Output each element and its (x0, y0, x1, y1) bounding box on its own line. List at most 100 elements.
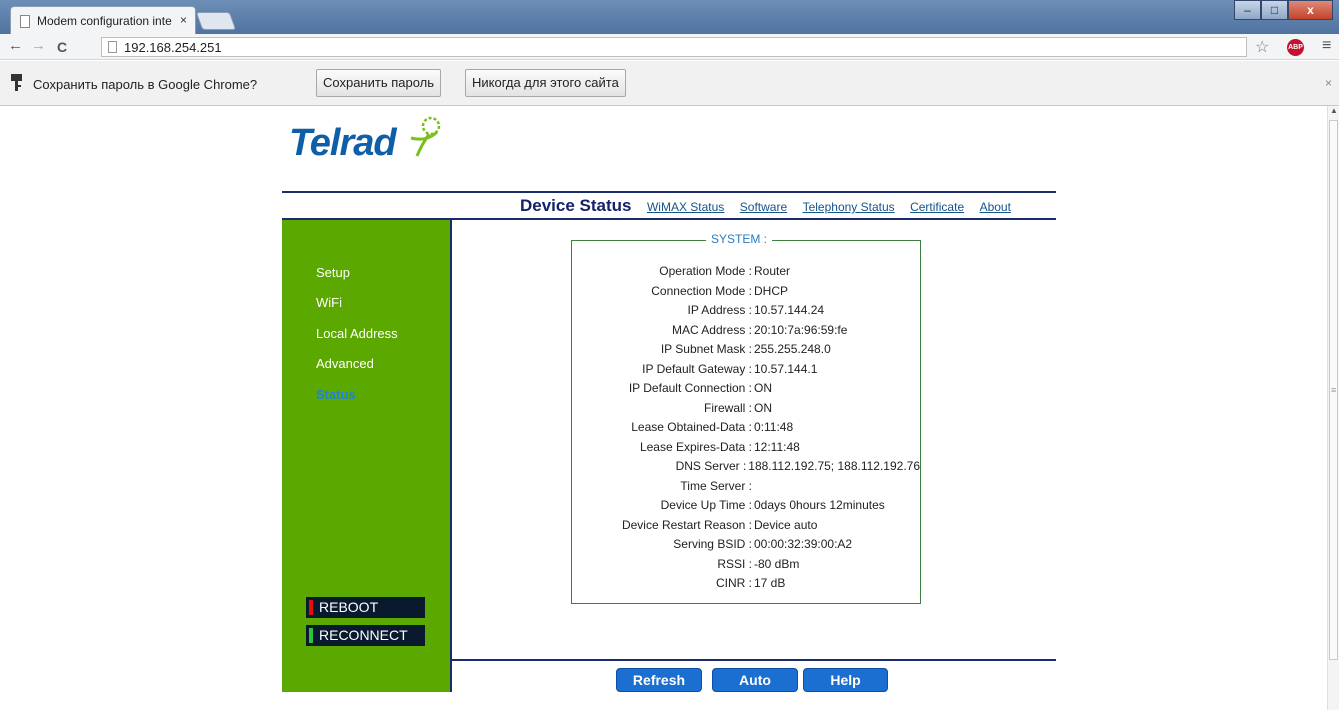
reconnect-button[interactable]: RECONNECT (306, 625, 425, 646)
key-icon (11, 74, 22, 96)
sidebar-item-local-address[interactable]: Local Address (316, 326, 398, 341)
window-controls: – □ x (1234, 0, 1333, 20)
nav-wimax-status[interactable]: WiMAX Status (647, 200, 724, 214)
close-window-button[interactable]: x (1288, 0, 1333, 20)
info-row: IP Subnet Mask :255.255.248.0 (572, 342, 920, 362)
sidebar-item-advanced[interactable]: Advanced (316, 356, 374, 371)
page-icon (108, 41, 117, 53)
browser-titlebar: Modem configuration inte × – □ x (0, 0, 1339, 34)
info-value: 20:10:7a:96:59:fe (754, 322, 848, 337)
help-button[interactable]: Help (803, 668, 888, 692)
page-icon (20, 15, 30, 28)
info-value: ON (754, 381, 772, 395)
info-row: Lease Expires-Data :12:11:48 (572, 440, 920, 460)
info-key: Lease Expires-Data : (639, 439, 752, 454)
save-password-infobar: Сохранить пароль в Google Chrome? Сохран… (0, 61, 1339, 106)
info-row: Lease Obtained-Data :0:11:48 (572, 420, 920, 440)
sidebar-item-wifi[interactable]: WiFi (316, 295, 342, 310)
never-for-site-button[interactable]: Никогда для этого сайта (465, 69, 626, 97)
info-row: IP Default Gateway :10.57.144.1 (572, 362, 920, 382)
nav-certificate[interactable]: Certificate (910, 200, 964, 214)
telrad-logo: Telrad (289, 116, 441, 165)
reboot-button[interactable]: REBOOT (306, 597, 425, 618)
info-value: 0days 0hours 12minutes (754, 498, 885, 512)
info-key: Lease Obtained-Data : (631, 420, 752, 434)
info-key: CINR : (716, 576, 752, 590)
logo-text: Telrad (289, 122, 397, 164)
infobar-close-icon[interactable]: × (1325, 76, 1332, 90)
info-value: -80 dBm (754, 556, 800, 571)
tab-title: Modem configuration inte (37, 14, 172, 28)
info-value: 17 dB (754, 576, 786, 590)
sidebar-item-status[interactable]: Status (316, 387, 356, 402)
info-key: RSSI : (717, 556, 752, 571)
info-row: IP Address :10.57.144.24 (572, 303, 920, 323)
forward-arrow-icon[interactable]: → (31, 37, 46, 54)
info-key: IP Subnet Mask : (660, 342, 752, 356)
info-value: 10.57.144.24 (754, 303, 825, 317)
system-info-list: Operation Mode : Router Connection Mode :D… (572, 264, 920, 596)
info-key: Operation Mode : (659, 264, 752, 278)
reboot-indicator (309, 600, 313, 615)
info-row: Serving BSID :00:00:32:39:00:A2 (572, 537, 920, 557)
scrollbar-grip-icon: ≡ (1331, 385, 1337, 395)
nav-software[interactable]: Software (740, 200, 787, 214)
info-value: 255.255.248.0 (754, 342, 831, 356)
sidebar-item-setup[interactable]: Setup (316, 265, 350, 280)
reconnect-indicator (309, 628, 313, 643)
minimize-button[interactable]: – (1234, 0, 1261, 20)
info-value: 00:00:32:39:00:A2 (754, 537, 853, 551)
infobar-message: Сохранить пароль в Google Chrome? (33, 77, 258, 92)
save-password-button[interactable]: Сохранить пароль (316, 69, 442, 97)
info-row: Connection Mode : DHCP (572, 284, 920, 304)
sidebar: Setup WiFi Local Address Advanced Status… (282, 220, 450, 692)
info-key: IP Default Connection : (628, 381, 752, 395)
info-key: Device Up Time : (660, 498, 752, 512)
info-value: ON (754, 400, 772, 415)
info-value: 188.112.192.75; 188.112.192.76 (748, 459, 920, 473)
sidebar-edge (450, 220, 452, 692)
url-text: 192.168.254.251 (124, 40, 222, 55)
scroll-up-arrow-icon[interactable]: ▲ (1330, 106, 1338, 115)
info-key: Device Restart Reason : (621, 517, 752, 532)
info-value: 10.57.144.1 (754, 361, 818, 376)
top-divider (282, 191, 1056, 193)
info-key: MAC Address : (671, 322, 752, 337)
address-bar[interactable]: 192.168.254.251 (101, 37, 1247, 57)
chrome-menu-icon[interactable]: ≡ (1322, 37, 1331, 55)
info-value: DHCP (754, 283, 789, 298)
bottom-divider (452, 659, 1056, 661)
reboot-label: REBOOT (319, 599, 379, 615)
info-key: IP Default Gateway : (642, 361, 752, 376)
nav-telephony-status[interactable]: Telephony Status (803, 200, 895, 214)
auto-button[interactable]: Auto (712, 668, 798, 692)
bookmark-star-icon[interactable]: ☆ (1255, 37, 1269, 57)
info-value: 0:11:48 (754, 420, 794, 434)
info-value: Router (754, 264, 791, 278)
reload-icon[interactable]: C (57, 39, 67, 55)
tab-close-icon[interactable]: × (180, 13, 187, 27)
info-row: CINR :17 dB (572, 576, 920, 596)
info-row: Operation Mode : Router (572, 264, 920, 284)
maximize-button[interactable]: □ (1261, 0, 1288, 20)
status-nav: Device Status WiMAX Status Software Tele… (520, 196, 1011, 216)
nav-about[interactable]: About (980, 200, 1011, 214)
info-value: 12:11:48 (754, 439, 800, 454)
back-arrow-icon[interactable]: ← (8, 37, 23, 54)
info-key: DNS Server : (675, 459, 747, 473)
info-row: Firewall : ON (572, 401, 920, 421)
info-row: DNS Server :188.112.192.75; 188.112.192.… (572, 459, 920, 479)
info-value (752, 479, 754, 499)
refresh-button[interactable]: Refresh (616, 668, 702, 692)
adblock-icon[interactable]: ABP (1287, 39, 1304, 56)
info-row: RSSI : -80 dBm (572, 557, 920, 577)
info-row: Time Server : (572, 479, 920, 499)
info-row: Device Up Time :0days 0hours 12minutes (572, 498, 920, 518)
info-row: IP Default Connection : ON (572, 381, 920, 401)
new-tab-button[interactable] (195, 12, 237, 30)
browser-tab[interactable]: Modem configuration inte × (10, 6, 196, 34)
system-legend: SYSTEM : (706, 232, 773, 246)
logo-mark-icon (410, 116, 441, 157)
info-key: Connection Mode : (651, 283, 752, 298)
info-value: Device auto (754, 517, 818, 532)
